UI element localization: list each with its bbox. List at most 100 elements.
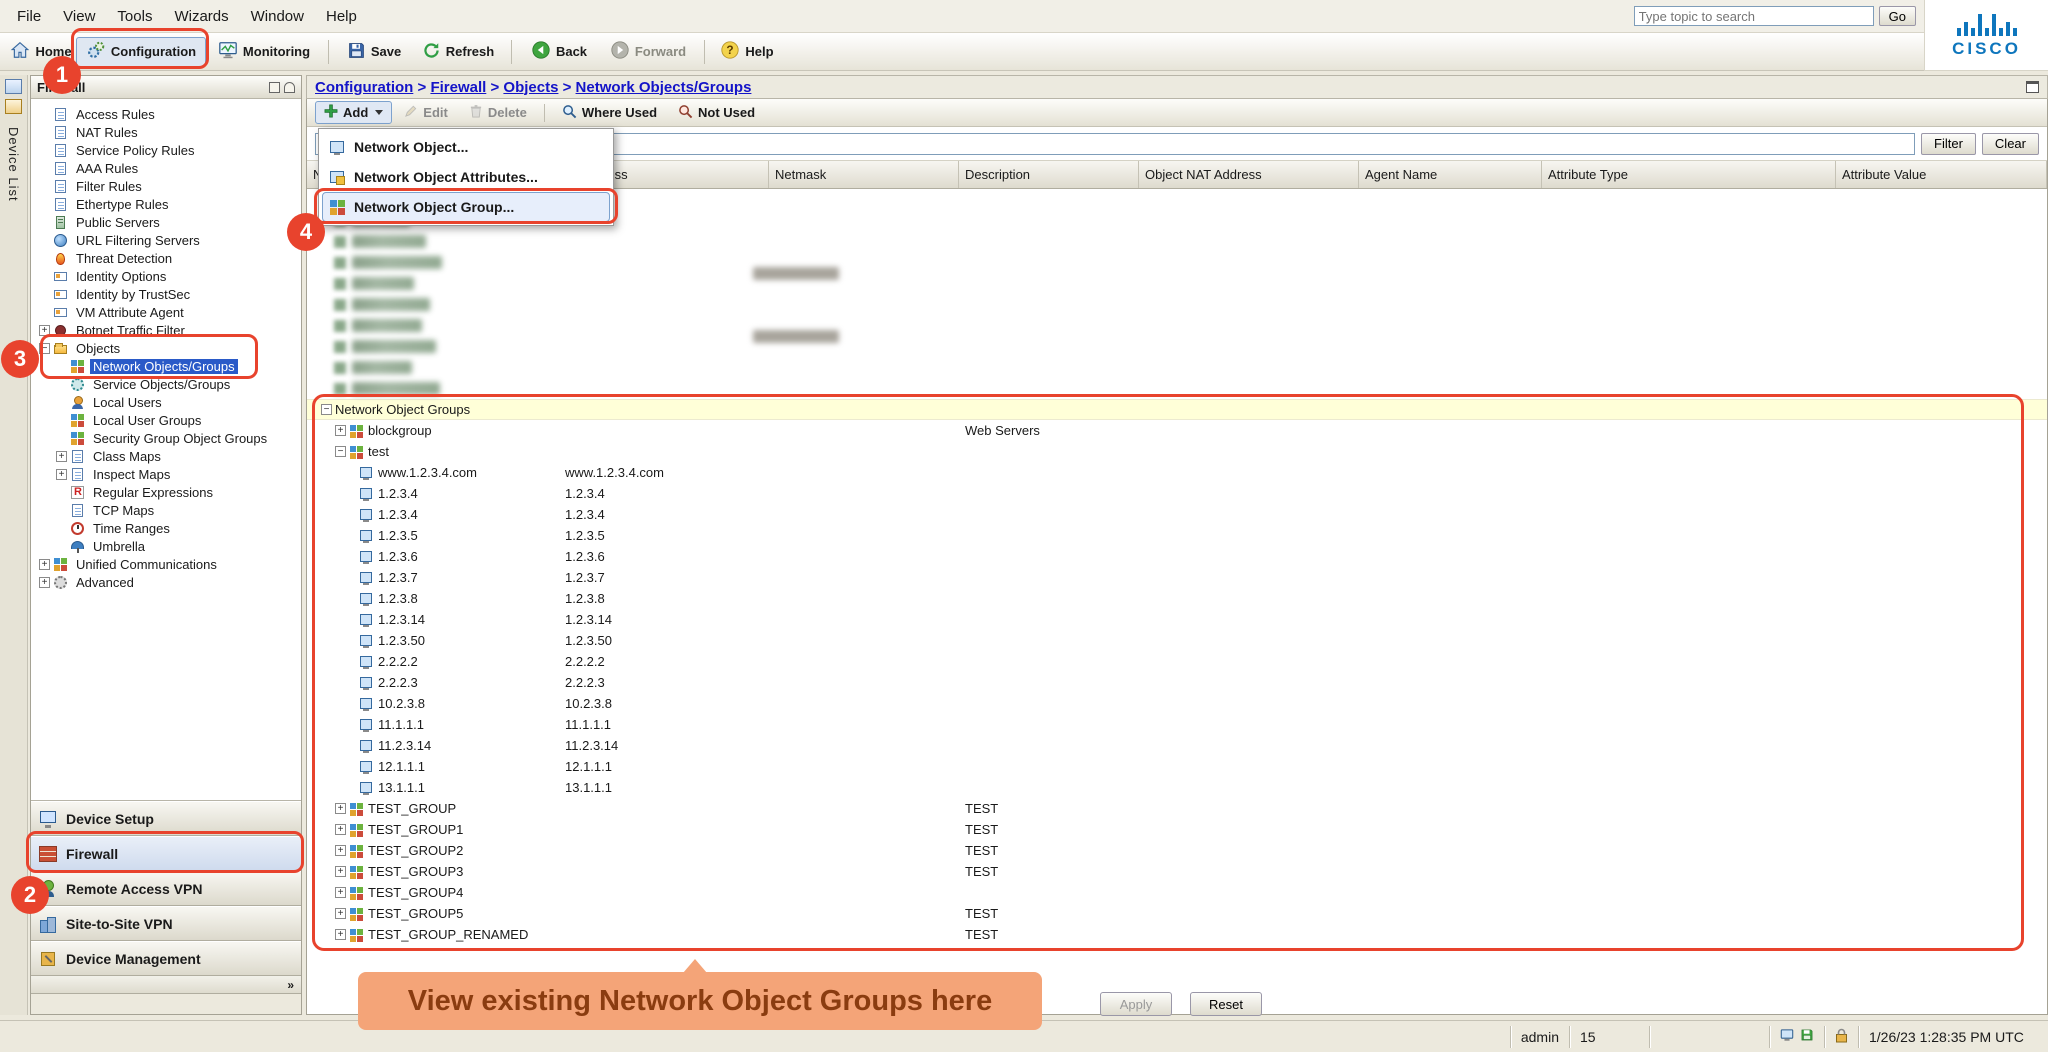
table-row[interactable]: 10.2.3.8 10.2.3.8 [307,693,2047,714]
table-row[interactable]: 12.1.1.1 12.1.1.1 [307,756,2047,777]
sidebar-tree-item[interactable]: Filter Rules [37,177,301,195]
breadcrumb-link[interactable]: Objects [503,79,575,96]
clear-button[interactable]: Clear [1982,133,2039,155]
column-header[interactable]: Attribute Type [1542,161,1836,188]
table-row[interactable]: 11.2.3.14 11.2.3.14 [307,735,2047,756]
sidebar-tree-item[interactable]: + Botnet Traffic Filter [37,321,301,339]
row-expander-icon[interactable]: + [335,887,346,898]
sidebar-tree-item[interactable]: TCP Maps [54,501,301,519]
sidebar-tree-item[interactable]: AAA Rules [37,159,301,177]
table-row[interactable]: + TEST_GROUP5 TEST [307,903,2047,924]
table-row[interactable]: + TEST_GROUP3 TEST [307,861,2047,882]
table-row[interactable]: + TEST_GROUP4 [307,882,2047,903]
table-row[interactable]: − test [307,441,2047,462]
table-row[interactable]: 1.2.3.6 1.2.3.6 [307,546,2047,567]
maximize-icon[interactable] [2026,81,2039,93]
column-header[interactable]: Object NAT Address [1139,161,1359,188]
table-row[interactable]: 1.2.3.5 1.2.3.5 [307,525,2047,546]
where-used-button[interactable]: Where Used [553,101,666,125]
tree-expander-icon[interactable]: + [39,577,50,588]
sidebar-tree-item[interactable]: URL Filtering Servers [37,231,301,249]
edit-button[interactable]: Edit [395,101,457,124]
column-header[interactable]: Description [959,161,1139,188]
sidebar-tree-item[interactable]: + Inspect Maps [54,465,301,483]
table-row[interactable] [307,315,2047,336]
row-expander-icon[interactable]: + [335,866,346,877]
table-row[interactable]: − Network Object Groups [307,399,2047,420]
sidebar-tree-item[interactable]: + Unified Communications [37,555,301,573]
table-row[interactable] [307,252,2047,273]
menu-item[interactable]: Tools [106,8,163,25]
row-expander-icon[interactable]: − [335,446,346,457]
menu-item[interactable]: Help [315,8,368,25]
sidebar-tree-item[interactable]: Network Objects/Groups [54,357,301,375]
sidebar-tree-item[interactable]: Threat Detection [37,249,301,267]
save-button[interactable]: Save [337,37,411,67]
device-list-folder-icon[interactable] [5,99,22,114]
sidebar-tree-item[interactable]: NAT Rules [37,123,301,141]
nav-section-button[interactable]: Site-to-Site VPN [31,906,301,941]
table-row[interactable]: + TEST_GROUP1 TEST [307,819,2047,840]
device-list-tab[interactable]: Device List [6,127,21,202]
table-row[interactable]: 1.2.3.4 1.2.3.4 [307,483,2047,504]
table-row[interactable] [307,378,2047,399]
table-row[interactable]: + TEST_GROUP_RENAMED TEST [307,924,2047,945]
tree-expander-icon[interactable]: + [39,325,50,336]
tree-expander-icon[interactable]: − [39,343,50,354]
refresh-button[interactable]: Refresh [413,37,503,67]
menu-item[interactable]: File [6,8,52,25]
float-panel-icon[interactable] [269,82,280,93]
table-row[interactable]: 1.2.3.8 1.2.3.8 [307,588,2047,609]
forward-button[interactable]: Forward [600,37,696,67]
table-row[interactable] [307,231,2047,252]
column-header[interactable]: Attribute Value [1836,161,2047,188]
sidebar-tree-item[interactable]: + Advanced [37,573,301,591]
help-button[interactable]: ? Help [713,37,781,67]
row-expander-icon[interactable]: − [321,404,332,415]
table-row[interactable]: 1.2.3.14 1.2.3.14 [307,609,2047,630]
table-row[interactable] [307,273,2047,294]
add-button[interactable]: Add [315,101,392,124]
sidebar-tree-item[interactable]: Regular Expressions [54,483,301,501]
nav-section-button[interactable]: Device Management [31,941,301,976]
filter-button[interactable]: Filter [1921,133,1976,155]
tree-expander-icon[interactable]: + [56,451,67,462]
table-row[interactable]: + TEST_GROUP2 TEST [307,840,2047,861]
column-header[interactable]: Netmask [769,161,959,188]
tree-expander-icon[interactable]: + [56,469,67,480]
sidebar-tree-item[interactable]: − Objects [37,339,301,357]
menu-item[interactable]: Window [240,8,315,25]
table-row[interactable]: 11.1.1.1 11.1.1.1 [307,714,2047,735]
table-row[interactable] [307,294,2047,315]
table-row[interactable] [307,357,2047,378]
add-menu-item[interactable]: Network Object Group... [322,192,610,222]
table-row[interactable]: 2.2.2.3 2.2.2.3 [307,672,2047,693]
menu-item[interactable]: Wizards [163,8,239,25]
breadcrumb-link[interactable]: Configuration [315,79,430,96]
tree-expander-icon[interactable]: + [39,559,50,570]
topic-search-input[interactable] [1634,6,1874,26]
row-expander-icon[interactable]: + [335,908,346,919]
sidebar-tree-item[interactable]: Service Objects/Groups [54,375,301,393]
sidebar-tree-item[interactable]: Access Rules [37,105,301,123]
back-button[interactable]: Back [520,37,598,67]
add-menu-item[interactable]: Network Object... [322,132,610,162]
sidebar-tree-item[interactable]: + Class Maps [54,447,301,465]
row-expander-icon[interactable]: + [335,803,346,814]
sidebar-tree-item[interactable]: Local User Groups [54,411,301,429]
add-menu-item[interactable]: Network Object Attributes... [322,162,610,192]
sidebar-tree-item[interactable]: Public Servers [37,213,301,231]
sidebar-tree-item[interactable]: Ethertype Rules [37,195,301,213]
table-row[interactable]: 13.1.1.1 13.1.1.1 [307,777,2047,798]
row-expander-icon[interactable]: + [335,824,346,835]
nav-section-button[interactable]: Remote Access VPN [31,871,301,906]
sidebar-tree-item[interactable]: Service Policy Rules [37,141,301,159]
sidebar-tree-item[interactable]: Umbrella [54,537,301,555]
table-row[interactable]: + blockgroup Web Servers [307,420,2047,441]
table-row[interactable]: 1.2.3.50 1.2.3.50 [307,630,2047,651]
row-expander-icon[interactable]: + [335,425,346,436]
nav-section-button[interactable]: Firewall [31,836,301,871]
pin-panel-icon[interactable] [284,82,295,93]
sidebar-tree-item[interactable]: Time Ranges [54,519,301,537]
home-button[interactable]: Home [8,37,74,67]
